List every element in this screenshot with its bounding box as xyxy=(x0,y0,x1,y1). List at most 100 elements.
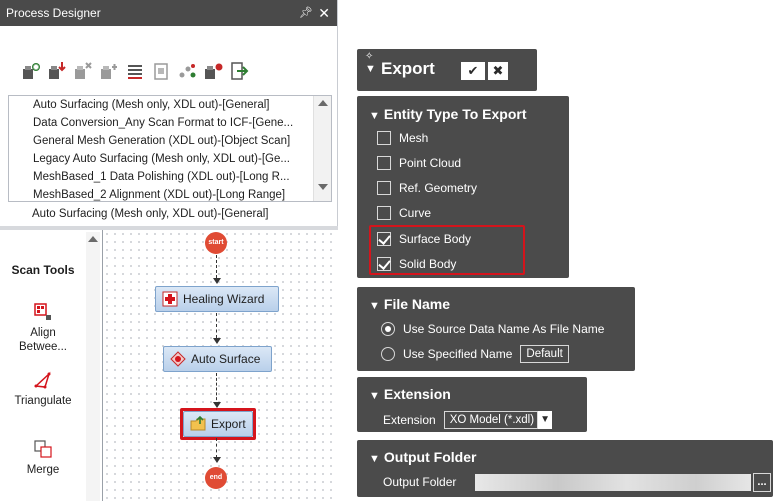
collapse-arrow-icon[interactable]: ▼ xyxy=(365,63,376,75)
pin-icon[interactable]: 📌︎ xyxy=(299,0,313,26)
extension-label: Extension xyxy=(383,413,436,427)
process-toolbar xyxy=(20,60,251,82)
section-title: File Name xyxy=(383,296,451,312)
export-folder-icon xyxy=(190,416,206,431)
entity-type-section: ▼ Entity Type To Export Mesh Point Cloud … xyxy=(357,96,569,278)
tool-merge[interactable]: Merge xyxy=(0,439,86,477)
list-scrollbar[interactable] xyxy=(313,96,331,201)
flow-node-auto-surface[interactable]: Auto Surface xyxy=(163,346,272,372)
collapse-arrow-icon: ▼ xyxy=(369,453,380,465)
list-item[interactable]: Legacy Auto Surfacing (Mesh only, XDL ou… xyxy=(9,150,313,168)
entity-option-curve[interactable]: Curve xyxy=(377,206,431,220)
export-title: Export xyxy=(381,59,435,78)
process-list[interactable]: Auto Surfacing (Mesh only, XDL out)-[Gen… xyxy=(8,95,332,202)
tool-label: Align Betwee... xyxy=(19,327,67,353)
delete-process-icon[interactable] xyxy=(72,60,95,82)
export-header: ✧ ▼ Export ✔ ✖ xyxy=(357,49,537,91)
list-item[interactable]: Auto Surfacing (Mesh only, XDL out)-[Gen… xyxy=(9,96,313,114)
close-icon[interactable]: ✕ xyxy=(318,0,330,26)
dropdown-arrow-icon[interactable]: ▼ xyxy=(538,411,553,429)
entity-option-mesh[interactable]: Mesh xyxy=(377,131,428,145)
output-folder-row: Output Folder xyxy=(383,475,456,489)
option-label: Curve xyxy=(399,206,432,220)
triangulate-icon xyxy=(34,371,51,389)
section-title: Extension xyxy=(383,386,451,402)
extension-dropdown[interactable]: XO Model (*.xdl) xyxy=(443,411,539,429)
section-title: Output Folder xyxy=(383,449,477,465)
tool-triangulate[interactable]: Triangulate xyxy=(0,370,86,408)
flow-node-export[interactable]: Export xyxy=(183,411,253,437)
list-edit-icon[interactable] xyxy=(124,60,147,82)
file-name-option-source[interactable]: Use Source Data Name As File Name xyxy=(381,322,604,336)
option-label: Mesh xyxy=(399,131,429,145)
checkbox[interactable] xyxy=(377,181,391,195)
output-folder-input[interactable] xyxy=(475,474,751,491)
collapse-arrow-icon: ▼ xyxy=(369,110,380,122)
flow-start-node[interactable]: start xyxy=(205,232,227,254)
flow-arrow xyxy=(213,278,221,284)
dropdown-value: XO Model (*.xdl) xyxy=(449,414,535,426)
confirm-button[interactable]: ✔ xyxy=(461,62,485,80)
scroll-up-icon[interactable] xyxy=(318,100,328,106)
file-name-option-specified[interactable]: Use Specified Name Default xyxy=(381,345,569,363)
entity-option-ref-geometry[interactable]: Ref. Geometry xyxy=(377,181,477,195)
cancel-button[interactable]: ✖ xyxy=(488,62,508,80)
flow-connector xyxy=(216,438,217,458)
list-item[interactable]: Data Conversion_Any Scan Format to ICF-[… xyxy=(9,114,313,132)
option-label: Ref. Geometry xyxy=(399,181,478,195)
add-process-icon[interactable] xyxy=(20,60,43,82)
checkbox[interactable] xyxy=(377,206,391,220)
section-header[interactable]: ▼ Output Folder xyxy=(369,449,476,465)
scroll-up-icon[interactable] xyxy=(88,236,98,242)
list-item[interactable]: MeshBased_1 Data Polishing (XDL out)-[Lo… xyxy=(9,168,313,186)
selection-highlight xyxy=(369,225,525,275)
selected-process-label: Auto Surfacing (Mesh only, XDL out)-[Gen… xyxy=(32,208,269,220)
checkbox[interactable] xyxy=(377,156,391,170)
output-folder-section: ▼ Output Folder Output Folder ... xyxy=(357,440,773,497)
flow-connector xyxy=(216,255,217,278)
share-icon[interactable] xyxy=(176,60,199,82)
extension-section: ▼ Extension Extension XO Model (*.xdl) ▼ xyxy=(357,377,587,432)
run-process-icon[interactable] xyxy=(202,60,225,82)
tools-scrollbar[interactable] xyxy=(86,232,100,501)
tool-label: Merge xyxy=(26,464,60,476)
properties-icon[interactable] xyxy=(150,60,173,82)
process-designer-panel: Process Designer 📌︎ ✕ Auto Surfacing (Me… xyxy=(0,0,338,501)
scroll-down-icon[interactable] xyxy=(318,184,328,190)
collapse-arrow-icon: ▼ xyxy=(369,300,380,312)
section-title: Entity Type To Export xyxy=(383,106,527,122)
entity-option-point-cloud[interactable]: Point Cloud xyxy=(377,156,461,170)
healing-icon xyxy=(162,291,178,307)
merge-icon xyxy=(34,440,52,458)
node-label: Healing Wizard xyxy=(183,292,265,306)
tool-label: Triangulate xyxy=(14,395,72,407)
output-folder-label: Output Folder xyxy=(383,475,457,489)
flow-end-node[interactable]: end xyxy=(205,467,227,489)
tool-align-between[interactable]: Align Betwee... xyxy=(0,302,86,354)
flow-arrow xyxy=(213,338,221,344)
flow-connector xyxy=(216,313,217,338)
file-name-section: ▼ File Name Use Source Data Name As File … xyxy=(357,287,635,371)
import-process-icon[interactable] xyxy=(46,60,69,82)
radio-button[interactable] xyxy=(381,347,395,361)
option-label: Point Cloud xyxy=(399,156,462,170)
radio-button[interactable] xyxy=(381,322,395,336)
list-item[interactable]: MeshBased_2 Alignment (XDL out)-[Long Ra… xyxy=(9,186,313,201)
exit-icon[interactable] xyxy=(228,60,251,82)
flow-connector xyxy=(216,373,217,405)
list-item[interactable]: General Mesh Generation (XDL out)-[Objec… xyxy=(9,132,313,150)
flow-node-healing-wizard[interactable]: Healing Wizard xyxy=(155,286,279,312)
extension-row: Extension XO Model (*.xdl) ▼ xyxy=(383,411,553,429)
node-label: Export xyxy=(211,417,246,431)
section-header[interactable]: ▼ Extension xyxy=(369,386,451,402)
specified-name-field[interactable]: Default xyxy=(520,345,569,363)
option-label: Use Source Data Name As File Name xyxy=(403,322,605,336)
section-header[interactable]: ▼ File Name xyxy=(369,296,450,312)
scan-tools-heading: Scan Tools xyxy=(11,263,75,277)
auto-surface-icon xyxy=(170,351,186,367)
checkbox[interactable] xyxy=(377,131,391,145)
node-label: Auto Surface xyxy=(191,352,261,366)
section-header[interactable]: ▼ Entity Type To Export xyxy=(369,106,527,122)
duplicate-process-icon[interactable] xyxy=(98,60,121,82)
browse-button[interactable]: ... xyxy=(753,473,771,492)
